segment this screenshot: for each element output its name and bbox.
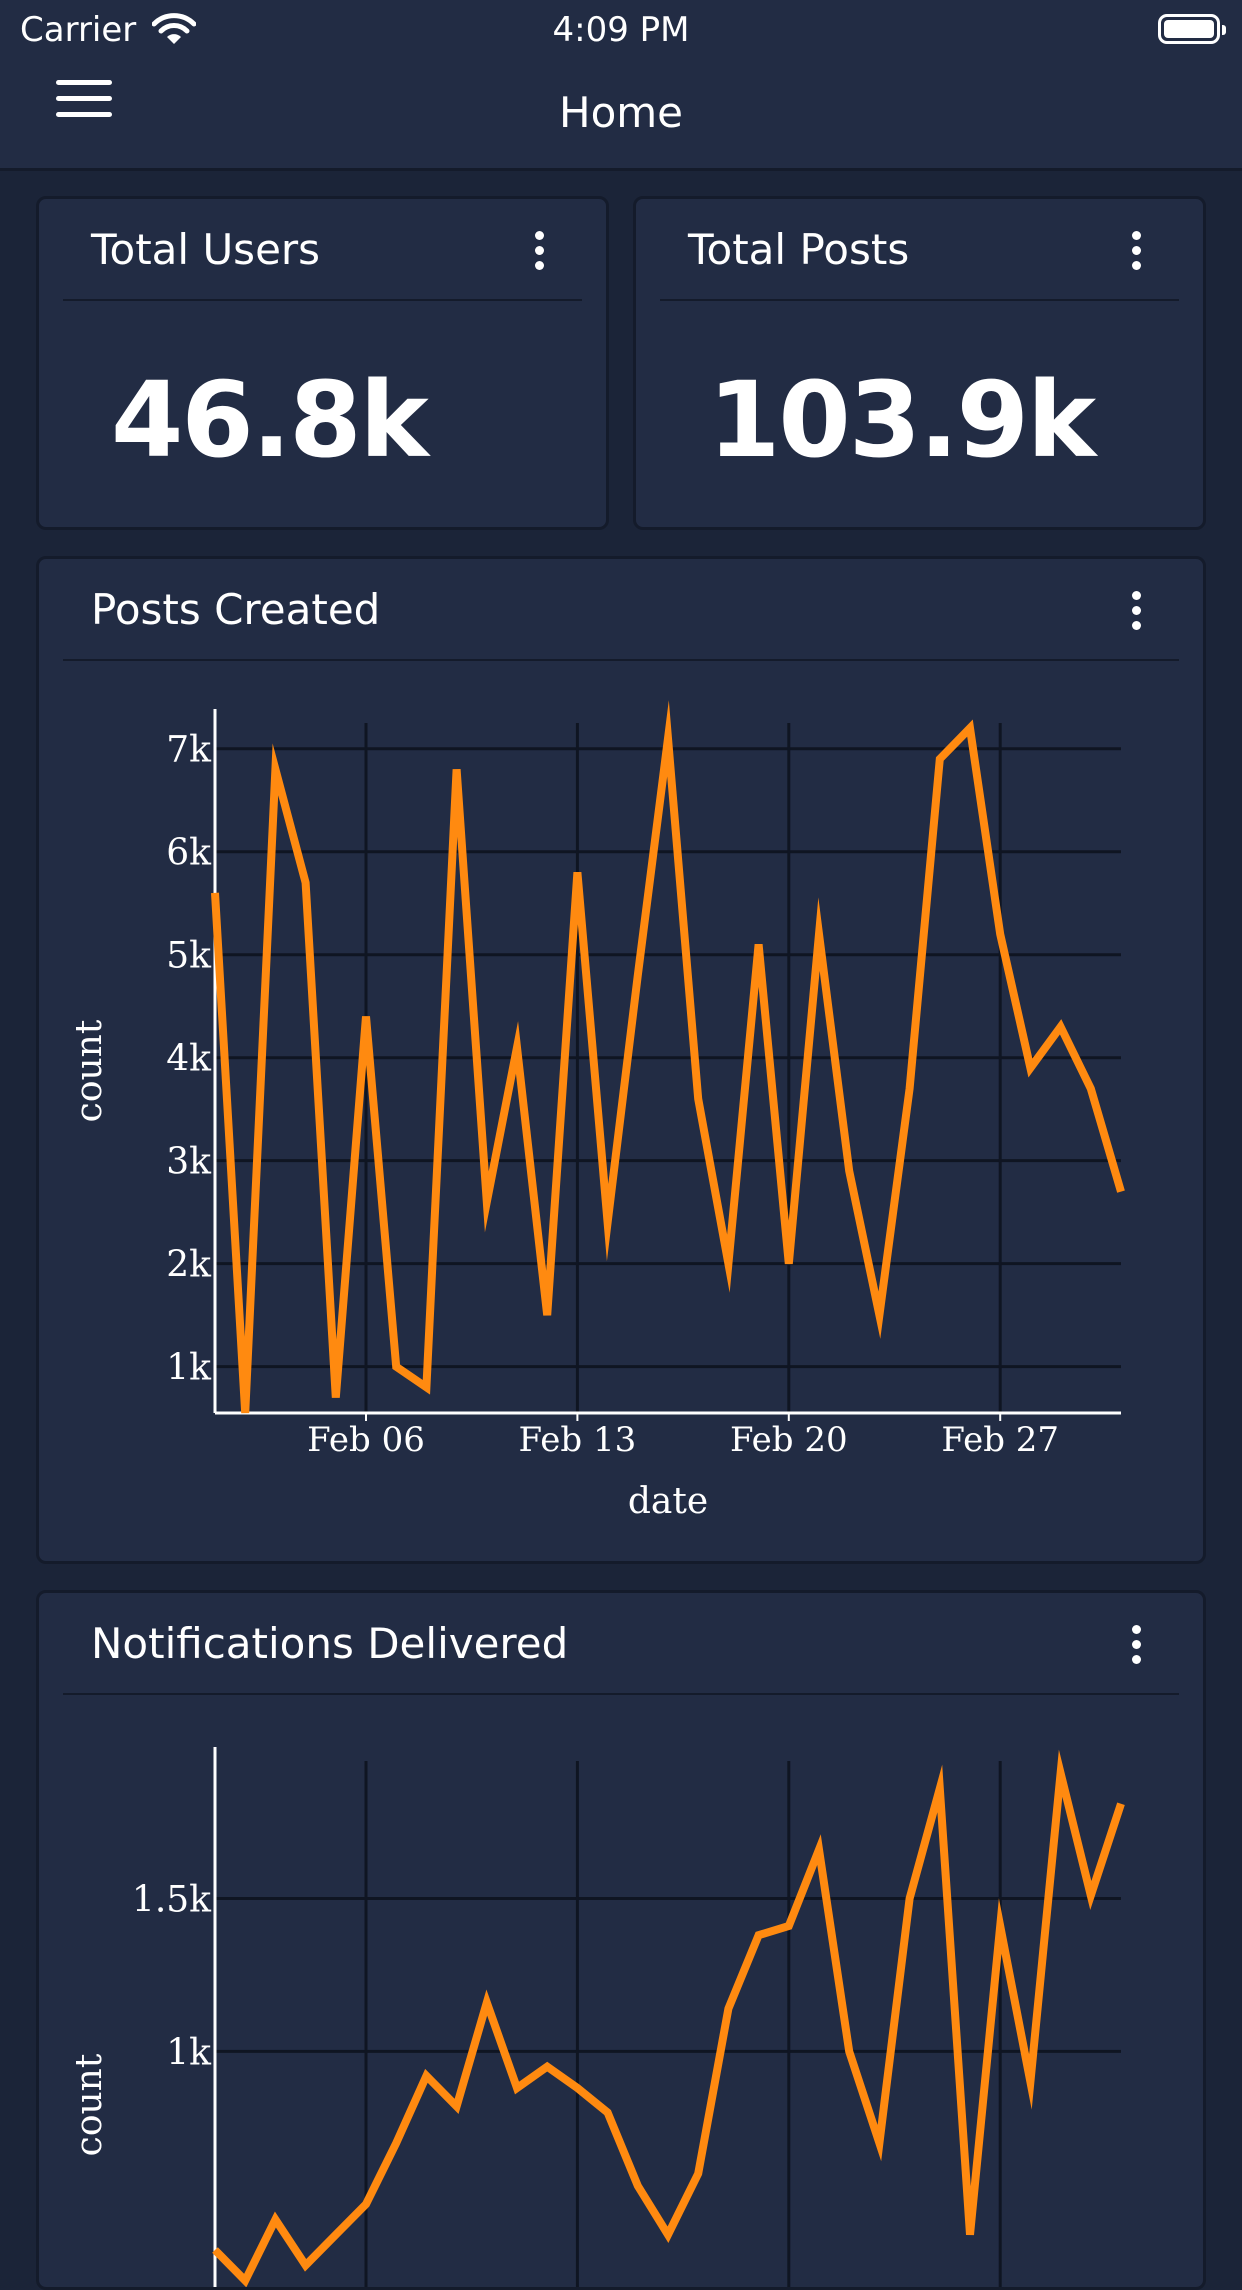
status-bar: Carrier 4:09 PM bbox=[0, 0, 1242, 60]
y-tick-label: 6k bbox=[166, 833, 212, 874]
y-tick-label: 2k bbox=[166, 1245, 212, 1286]
data-line bbox=[211, 700, 1125, 1414]
notifications-delivered-chart: 1k 1.5k count bbox=[69, 1747, 1125, 2287]
y-axis-title: count bbox=[69, 2053, 110, 2156]
y-tick-label: 1k bbox=[166, 2032, 212, 2073]
y-tick-label: 3k bbox=[166, 1142, 212, 1183]
x-tick-label: Feb 27 bbox=[941, 1420, 1059, 1460]
y-tick-label: 7k bbox=[166, 730, 212, 771]
y-tick-label: 1.5k bbox=[132, 1880, 212, 1921]
y-tick-label: 5k bbox=[166, 936, 212, 977]
card-title: Total Users bbox=[91, 225, 321, 274]
more-options-icon[interactable] bbox=[1129, 231, 1143, 271]
x-tick-label: Feb 13 bbox=[519, 1420, 637, 1460]
data-line bbox=[212, 1749, 1125, 2287]
card-divider bbox=[63, 299, 582, 301]
notifications-delivered-card: Notifications Delivered 1k 1.5k count bbox=[36, 1590, 1206, 2290]
page-title: Home bbox=[558, 88, 684, 137]
y-tick-label: 1k bbox=[166, 1348, 212, 1389]
card-title: Total Posts bbox=[688, 225, 910, 274]
battery-icon bbox=[1158, 14, 1226, 44]
nav-bar: Home bbox=[0, 60, 1242, 171]
y-tick-label: 4k bbox=[166, 1039, 212, 1080]
posts-created-chart: 1k 2k 3k 4k 5k 6k 7k Feb 06 Feb 13 Feb 20 Feb 27 co… bbox=[69, 700, 1125, 1522]
more-options-icon[interactable] bbox=[532, 231, 546, 271]
x-tick-label: Feb 20 bbox=[730, 1420, 848, 1460]
stat-value: 46.8k bbox=[111, 359, 429, 481]
total-posts-card: Total Posts 103.9k bbox=[633, 196, 1206, 530]
total-users-card: Total Users 46.8k bbox=[36, 196, 609, 530]
posts-created-card: Posts Created 1k 2k 3k 4k 5k 6k 7k Feb 06 Feb 13… bbox=[36, 556, 1206, 1564]
x-axis-title: date bbox=[628, 1481, 708, 1522]
status-time: 4:09 PM bbox=[552, 10, 690, 50]
x-tick-label: Feb 06 bbox=[307, 1420, 425, 1460]
card-divider bbox=[660, 299, 1179, 301]
stat-value: 103.9k bbox=[708, 359, 1096, 481]
y-axis-title: count bbox=[69, 1019, 110, 1122]
